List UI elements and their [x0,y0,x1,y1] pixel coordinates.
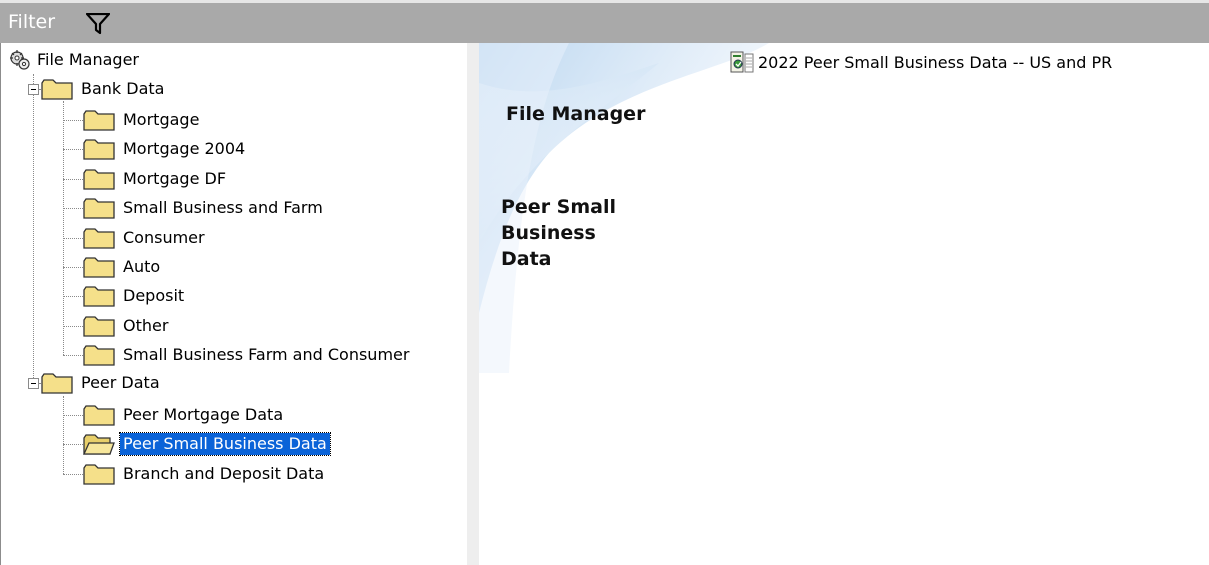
folder-icon [83,345,115,366]
tree-item-mortgage-df[interactable]: Mortgage DF [83,165,229,193]
tree-item-label: Consumer [123,228,205,247]
tree-item-other[interactable]: Other [83,312,171,340]
tree-connector [63,120,83,121]
folder-icon [83,257,115,278]
tree-item-label: Deposit [123,286,185,305]
pane-splitter[interactable] [467,43,479,565]
tree-connector [63,444,83,445]
tree-item-label: Other [123,316,169,335]
folder-icon [83,169,115,190]
folder-icon [83,316,115,337]
open-folder-icon [83,434,115,455]
tree-connector [63,326,83,327]
tree-item-label: Peer Mortgage Data [123,405,284,424]
tree-connector [63,238,83,239]
folder-icon [83,286,115,307]
folder-icon [41,373,73,394]
tree-item-peer-mortgage-data[interactable]: Peer Mortgage Data [83,401,286,429]
folder-icon [83,110,115,131]
folder-tree[interactable]: File Manager Bank Data Mortgage Mortgage… [0,43,467,565]
tree-connector [63,296,83,297]
tree-root-label: File Manager [37,50,139,69]
tree-item-deposit[interactable]: Deposit [83,282,187,310]
tree-item-small-business-and-farm[interactable]: Small Business and Farm [83,194,326,222]
tree-connector [63,149,83,150]
tree-item-auto[interactable]: Auto [83,253,163,281]
report-label: 2022 Peer Small Business Data -- US and … [758,52,1113,72]
tree-item-label: Mortgage [123,110,200,129]
content-pane: 2022 Peer Small Business Data -- US and … [479,43,1209,565]
tree-connector [63,208,83,209]
tree-connector [63,101,64,355]
section-title: Peer Small Business Data [501,196,617,270]
tree-folder-label: Bank Data [81,79,165,98]
tree-connector [63,179,83,180]
report-file-icon [730,51,754,73]
tree-item-label: Mortgage 2004 [123,139,246,158]
tree-item-branch-and-deposit-data[interactable]: Branch and Deposit Data [83,460,327,488]
folder-icon [83,464,115,485]
tree-item-consumer[interactable]: Consumer [83,224,208,252]
tree-item-label: Peer Small Business Data [119,432,331,456]
report-link[interactable]: 2022 Peer Small Business Data -- US and … [730,51,1112,73]
tree-item-small-business-farm-and-consumer[interactable]: Small Business Farm and Consumer [83,341,412,369]
tree-folder-peer-data[interactable]: Peer Data [41,369,163,397]
tree-item-peer-small-business-data[interactable]: Peer Small Business Data [83,430,331,458]
folder-icon [83,228,115,249]
funnel-icon[interactable] [86,13,110,35]
tree-connector [63,474,83,475]
folder-icon [83,198,115,219]
file-manager-gears-icon [10,50,30,70]
tree-connector [33,74,34,382]
tree-item-label: Small Business Farm and Consumer [123,345,410,364]
tree-item-mortgage[interactable]: Mortgage [83,106,202,134]
tree-item-mortgage-2004[interactable]: Mortgage 2004 [83,135,248,163]
tree-folder-label: Peer Data [81,373,160,392]
tree-item-label: Small Business and Farm [123,198,323,217]
filter-bar[interactable]: Filter [0,0,1209,43]
folder-icon [83,139,115,160]
tree-folder-bank-data[interactable]: Bank Data [41,75,167,103]
collapse-toggle-bank-data[interactable] [28,84,39,95]
folder-icon [83,405,115,426]
tree-item-label: Auto [123,257,161,276]
collapse-toggle-peer-data[interactable] [28,378,39,389]
tree-connector [63,396,64,474]
tree-root-file-manager[interactable]: File Manager [9,46,142,74]
content-title: File Manager [506,103,646,125]
tree-item-label: Branch and Deposit Data [123,464,325,483]
filter-label[interactable]: Filter [8,11,55,33]
tree-connector [63,415,83,416]
tree-connector [63,355,83,356]
tree-connector [63,267,83,268]
folder-icon [41,79,73,100]
tree-item-label: Mortgage DF [123,169,227,188]
